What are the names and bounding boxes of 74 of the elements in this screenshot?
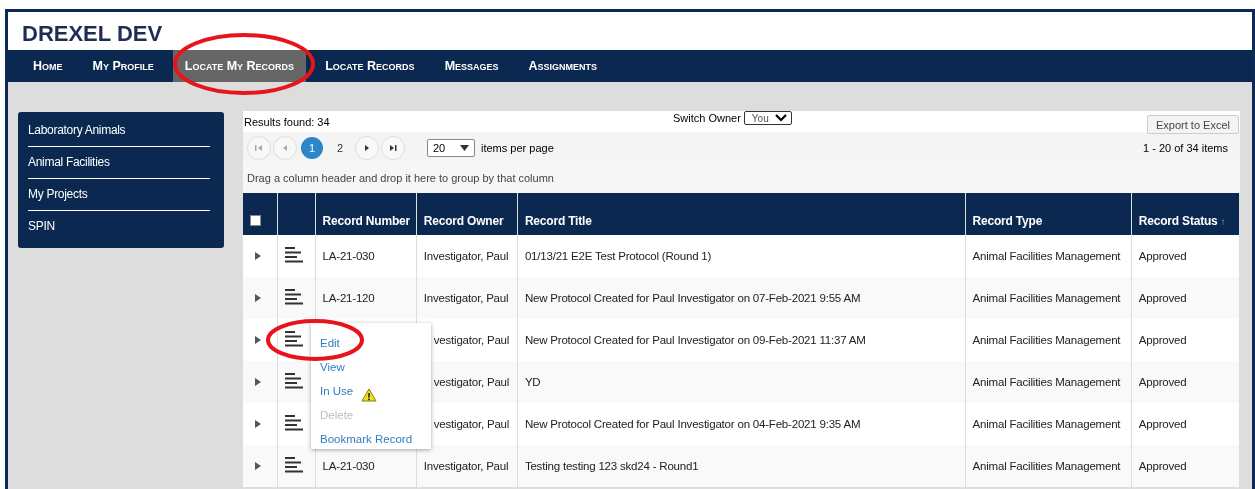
table-cell: Testing testing 123 skd24 - Round1 (517, 445, 966, 487)
lines-icon (284, 247, 303, 263)
table-cell: LA-21-030 (315, 235, 417, 277)
table-cell: Animal Facilities Management (965, 403, 1132, 445)
table-cell: Investigator, Paul (416, 235, 518, 277)
item-range: 1 - 20 of 34 items (1143, 142, 1228, 154)
table-cell: Investigator, Paul (416, 445, 518, 487)
last-page-button[interactable] (381, 136, 405, 160)
table-cell: New Protocol Created for Paul Investigator on 09-Feb-2021 11:37 AM (517, 319, 966, 361)
sidebar-item[interactable]: Animal Facilities (28, 147, 210, 179)
menu-item[interactable]: Bookmark Record (320, 433, 413, 445)
table-cell: Approved (1131, 277, 1240, 319)
owner-select[interactable]: You (743, 111, 792, 125)
items-per-page-label: items per page (481, 142, 554, 154)
table-cell: Animal Facilities Management (965, 361, 1132, 403)
table-cell: Animal Facilities Management (965, 319, 1132, 361)
table-cell: Approved (1131, 235, 1240, 277)
sidebar-item[interactable]: My Projects (28, 179, 210, 211)
select-all-checkbox[interactable] (250, 215, 261, 226)
expand-arrow-icon (255, 462, 261, 470)
chevron-icon (774, 114, 787, 122)
menu-item[interactable]: In Use (320, 385, 354, 397)
nav-tab[interactable]: Messages (429, 50, 514, 82)
expand-arrow-icon (255, 420, 261, 428)
table-cell: Investigator, Paul (416, 277, 518, 319)
expand-arrow-icon (255, 294, 261, 302)
table-cell: New Protocol Created for Paul Investigator on 04-Feb-2021 9:35 AM (517, 403, 966, 445)
nav-tab[interactable]: My Profile (77, 50, 169, 82)
page-button[interactable]: 2 (329, 137, 351, 159)
table-cell: LA-21-120 (315, 277, 417, 319)
lines-icon (284, 373, 303, 389)
column-header[interactable]: Record Title (517, 193, 966, 235)
table-cell: Animal Facilities Management (965, 445, 1132, 487)
lines-icon (284, 331, 303, 347)
nav-tab[interactable]: Locate Records (310, 50, 430, 82)
switch-owner-label: Switch Owner (673, 112, 741, 124)
previous-page-button[interactable] (273, 136, 297, 160)
export-button[interactable]: Export to Excel (1147, 115, 1239, 134)
sort-indicator: ↑ (1220, 216, 1226, 227)
first-page-icon (254, 144, 264, 152)
lines-icon (284, 457, 303, 473)
table-cell: YD (517, 361, 966, 403)
table-cell: Approved (1131, 361, 1240, 403)
expand-arrow-icon (255, 336, 261, 344)
page-size-select[interactable]: 20 (427, 139, 475, 157)
nav-tab[interactable]: Home (18, 50, 78, 82)
lines-icon (284, 289, 303, 305)
table-cell: Approved (1131, 319, 1240, 361)
menu-item[interactable]: Edit (320, 337, 340, 349)
table-cell: Animal Facilities Management (965, 235, 1132, 277)
table-cell: Approved (1131, 445, 1240, 487)
group-hint: Drag a column header and drop it here to group by that column (247, 171, 554, 184)
sidebar-item[interactable]: Laboratory Animals (28, 115, 210, 147)
expand-arrow-icon (255, 252, 261, 260)
sidebar-item[interactable]: SPIN (28, 211, 210, 242)
table-cell: New Protocol Created for Paul Investigator on 07-Feb-2021 9:55 AM (517, 277, 966, 319)
first-page-button[interactable] (247, 136, 271, 160)
column-header[interactable]: Record Status ↑ (1131, 193, 1240, 235)
app-title: DREXEL DEV (22, 20, 163, 47)
column-header[interactable]: Record Type (965, 193, 1132, 235)
page-button[interactable]: 1 (301, 137, 323, 159)
nav-tab[interactable]: Locate My Records (172, 50, 307, 82)
table-cell: Approved (1131, 403, 1240, 445)
column-header[interactable]: Record Owner (416, 193, 518, 235)
expand-arrow-icon (255, 378, 261, 386)
nav-tab[interactable]: Assignments (513, 50, 613, 82)
column-header[interactable]: Record Number (315, 193, 417, 235)
dropdown-arrow-icon (460, 145, 469, 151)
last-page-icon (388, 144, 398, 152)
table-cell: Animal Facilities Management (965, 277, 1132, 319)
menu-item[interactable]: View (320, 361, 345, 373)
table-cell: 01/13/21 E2E Test Protocol (Round 1) (517, 235, 966, 277)
results-count: Results found: 34 (243, 115, 330, 128)
lines-icon (284, 415, 303, 431)
